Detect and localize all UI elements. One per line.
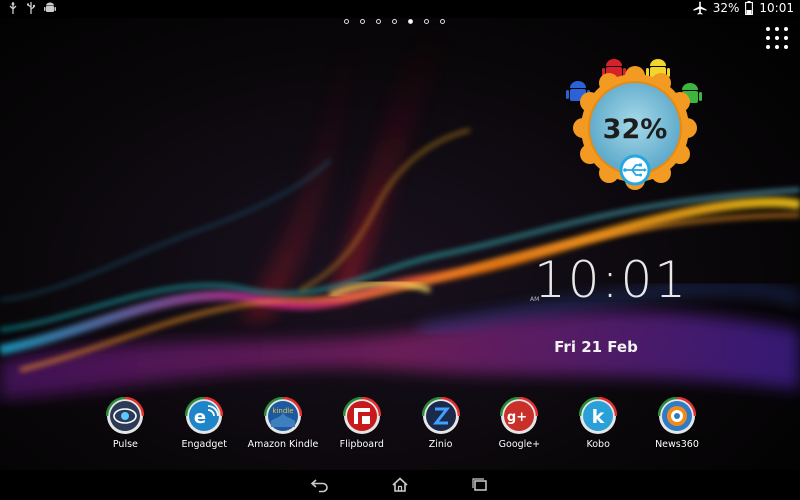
app-engadget[interactable]: e Engadget	[165, 397, 244, 450]
google-plus-icon: g+	[500, 397, 539, 434]
kindle-icon: kindle	[263, 397, 302, 434]
status-time: 10:01	[759, 1, 794, 15]
app-label: Flipboard	[339, 439, 384, 450]
clock-widget-time[interactable]: 10:01	[534, 250, 686, 310]
pulse-icon	[106, 397, 145, 434]
recent-apps-icon[interactable]	[470, 476, 490, 494]
flipboard-icon	[342, 397, 381, 434]
news360-icon	[657, 397, 696, 434]
home-icon[interactable]	[390, 476, 410, 494]
svg-text:g+: g+	[507, 410, 527, 425]
app-google-plus[interactable]: g+ Google+	[480, 397, 559, 450]
page-dot	[344, 19, 349, 24]
status-bar: 32% 10:01	[0, 0, 800, 18]
engadget-icon: e	[185, 397, 224, 434]
battery-percent: 32%	[712, 1, 740, 15]
grid-dot	[784, 27, 788, 31]
svg-text:e: e	[194, 407, 206, 428]
page-dot-active	[408, 19, 413, 24]
battery-widget[interactable]: 32%	[562, 50, 708, 190]
grid-dot	[766, 45, 770, 49]
back-icon[interactable]	[310, 476, 330, 494]
clock-widget-date: Fri 21 Feb	[554, 338, 638, 356]
app-zinio[interactable]: Zinio	[401, 397, 480, 450]
usb-icon	[619, 154, 651, 186]
app-label: Google+	[498, 439, 541, 450]
android-icon	[44, 2, 56, 12]
grid-dot	[784, 36, 788, 40]
grid-dot	[775, 36, 779, 40]
app-pulse[interactable]: Pulse	[86, 397, 165, 450]
grid-dot	[784, 45, 788, 49]
grid-dot	[766, 27, 770, 31]
page-dot	[392, 19, 397, 24]
svg-text:kindle: kindle	[272, 407, 293, 415]
app-dock: Pulse e Engadget kindle Amazon Kindle Fl…	[86, 397, 716, 450]
app-kobo[interactable]: k Kobo	[559, 397, 638, 450]
app-label: Kobo	[586, 439, 610, 450]
app-label: Pulse	[112, 439, 138, 450]
grid-dot	[766, 36, 770, 40]
grid-dot	[775, 27, 779, 31]
page-dot	[440, 19, 445, 24]
app-news360[interactable]: News360	[638, 397, 717, 450]
svg-text:k: k	[592, 406, 605, 428]
battery-icon	[745, 1, 754, 15]
page-dot	[376, 19, 381, 24]
battery-widget-percent: 32%	[603, 114, 668, 145]
app-label: Engadget	[181, 439, 227, 450]
airplane-icon	[693, 1, 707, 15]
usb-icon	[27, 2, 36, 14]
clock-ampm: AM	[530, 296, 540, 303]
app-amazon-kindle[interactable]: kindle Amazon Kindle	[244, 397, 323, 450]
app-drawer-button[interactable]	[766, 27, 790, 49]
page-dot	[424, 19, 429, 24]
app-label: Zinio	[428, 439, 453, 450]
navigation-bar	[0, 470, 800, 500]
page-dot	[360, 19, 365, 24]
grid-dot	[775, 45, 779, 49]
usb-debug-icon	[9, 2, 17, 14]
app-label: Amazon Kindle	[247, 439, 319, 450]
kobo-icon: k	[579, 397, 618, 434]
app-flipboard[interactable]: Flipboard	[322, 397, 401, 450]
zinio-icon	[421, 397, 460, 434]
app-label: News360	[655, 439, 699, 450]
page-indicator	[344, 19, 445, 24]
